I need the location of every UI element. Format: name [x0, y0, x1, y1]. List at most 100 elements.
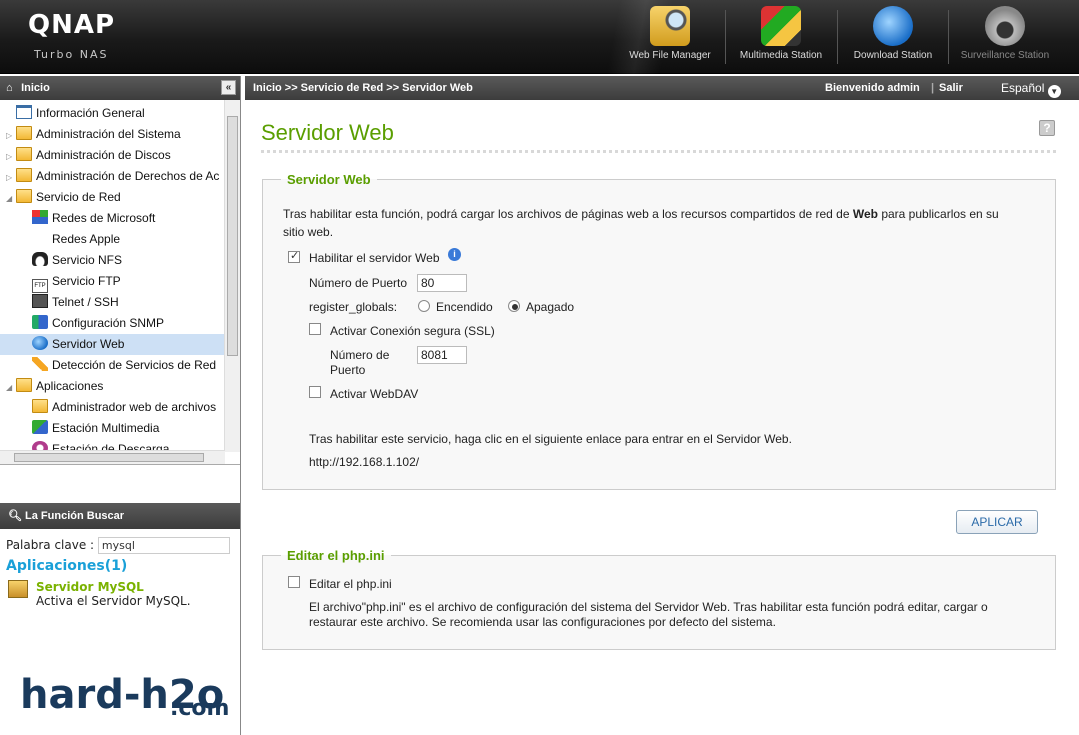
- welcome-text: Bienvenido admin: [825, 82, 920, 94]
- tree-item-administracion-sistema[interactable]: ▷ Administración del Sistema: [6, 124, 181, 145]
- tree-item-servicio-de-red[interactable]: ◢ Servicio de Red: [6, 187, 121, 208]
- network-icon: [32, 315, 48, 329]
- download-station-label: Download Station: [853, 50, 933, 61]
- logout-link[interactable]: Salir: [939, 76, 963, 100]
- tree-horizontal-scrollbar[interactable]: [0, 450, 225, 464]
- package-icon: [8, 580, 28, 598]
- tree-item-aplicaciones[interactable]: ◢ Aplicaciones: [6, 376, 103, 397]
- navigation-tree: Información General ▷ Administración del …: [0, 100, 240, 465]
- breadcrumb-bar: Inicio >> Servicio de Red >> Servidor We…: [245, 76, 1079, 100]
- search-result-title[interactable]: Servidor MySQL: [36, 580, 234, 594]
- ssl-port-input[interactable]: [417, 346, 467, 364]
- web-file-manager-link[interactable]: Web File Manager: [620, 6, 720, 68]
- search-result-description: Activa el Servidor MySQL.: [36, 594, 191, 608]
- port-input[interactable]: [417, 274, 467, 292]
- ssl-label: Activar Conexión segura (SSL): [330, 324, 495, 338]
- language-selector[interactable]: Español ▼: [1001, 76, 1061, 100]
- tree-item-estacion-multimedia[interactable]: Estación Multimedia: [22, 418, 159, 439]
- tree-label: Telnet / SSH: [52, 295, 119, 309]
- search-result-item[interactable]: Servidor MySQL Activa el Servidor MySQL.: [6, 580, 234, 608]
- apple-logo-icon: [32, 231, 48, 245]
- download-station-link[interactable]: Download Station: [844, 6, 942, 68]
- breadcrumb[interactable]: Inicio >> Servicio de Red >> Servidor We…: [253, 76, 473, 100]
- multimedia-icon: [32, 420, 48, 434]
- title-divider: [261, 150, 1056, 153]
- info-list-icon: [16, 105, 32, 119]
- tree-item-administrador-archivos[interactable]: Administrador web de archivos: [22, 397, 216, 418]
- web-server-link[interactable]: http://192.168.1.102/: [309, 455, 419, 469]
- scroll-thumb[interactable]: [227, 116, 238, 356]
- desc-bold: Web: [852, 207, 878, 221]
- php-ini-description: El archivo"php.ini" es el archivo de con…: [309, 600, 988, 614]
- keyword-label: Palabra clave :: [6, 538, 95, 552]
- separator: [837, 10, 838, 64]
- tree-item-redes-apple[interactable]: Redes Apple: [22, 229, 120, 250]
- tree-vertical-scrollbar[interactable]: [224, 100, 240, 452]
- penguin-icon: [32, 252, 48, 266]
- multimedia-station-link[interactable]: Multimedia Station: [730, 6, 832, 68]
- ssl-checkbox[interactable]: [309, 323, 321, 335]
- collapse-icon[interactable]: ◢: [6, 188, 16, 209]
- sidebar-title[interactable]: Inicio: [21, 82, 50, 94]
- collapse-icon[interactable]: ◢: [6, 377, 16, 398]
- home-icon: ⌂: [6, 82, 13, 94]
- expand-icon[interactable]: ▷: [6, 167, 16, 188]
- enable-web-server-label: Habilitar el servidor Web: [309, 251, 440, 265]
- enable-web-server-checkbox[interactable]: [288, 249, 300, 263]
- tree-label: Administración de Discos: [36, 148, 171, 162]
- chevron-down-icon: ▼: [1047, 85, 1061, 98]
- register-globals-off-radio[interactable]: [508, 300, 520, 312]
- search-input[interactable]: [97, 537, 230, 554]
- tree-item-informacion-general[interactable]: Información General: [6, 103, 145, 124]
- sidebar: ⌂ Inicio « Información General ▷ Administ…: [0, 76, 241, 735]
- main-content: Servidor Web ? Servidor Web Tras habilit…: [245, 100, 1079, 735]
- surveillance-station-label: Surveillance Station: [960, 50, 1050, 61]
- expand-icon[interactable]: ▷: [6, 125, 16, 146]
- register-globals-on-radio[interactable]: [418, 300, 430, 312]
- tree-label: Servicio NFS: [52, 253, 123, 267]
- tree-item-redes-microsoft[interactable]: Redes de Microsoft: [22, 208, 155, 229]
- globe-download-icon: [873, 6, 913, 46]
- php-ini-description-line2: restaurar este archivo. Se recomienda us…: [309, 615, 776, 629]
- ssl-port-label-line2: Puerto: [330, 363, 366, 377]
- separator: [948, 10, 949, 64]
- tree-item-administracion-derechos[interactable]: ▷ Administración de Derechos de Ac: [6, 166, 219, 187]
- expand-icon[interactable]: ▷: [6, 146, 16, 167]
- tree-item-telnet-ssh[interactable]: Telnet / SSH: [22, 292, 119, 313]
- tree-label: Detección de Servicios de Red: [52, 358, 217, 372]
- tree-label: Configuración SNMP: [52, 316, 165, 330]
- surveillance-station-link[interactable]: Surveillance Station: [952, 6, 1058, 68]
- info-icon[interactable]: i: [448, 248, 461, 261]
- tree-item-servidor-web[interactable]: Servidor Web: [0, 334, 224, 355]
- web-server-description: Tras habilitar esta función, podrá carga…: [283, 207, 999, 221]
- page-title: Servidor Web: [261, 120, 394, 145]
- collapse-sidebar-button[interactable]: «: [221, 80, 236, 95]
- film-clapper-icon: [761, 6, 801, 46]
- tree-label: Administración del Sistema: [36, 127, 181, 141]
- tree-item-servicio-ftp[interactable]: FTP Servicio FTP: [22, 271, 121, 293]
- apply-button[interactable]: APLICAR: [956, 510, 1038, 534]
- scroll-thumb[interactable]: [14, 453, 204, 462]
- ssl-port-label: Número de: [330, 348, 390, 362]
- tree-item-servicio-nfs[interactable]: Servicio NFS: [22, 250, 122, 271]
- qnap-logo: QNAP: [28, 10, 116, 40]
- tree-item-administracion-discos[interactable]: ▷ Administración de Discos: [6, 145, 171, 166]
- tree-item-configuracion-snmp[interactable]: Configuración SNMP: [22, 313, 164, 334]
- sidebar-header: ⌂ Inicio «: [0, 76, 240, 100]
- register-globals-label: register_globals:: [309, 300, 398, 314]
- tree-item-deteccion-servicios[interactable]: Detección de Servicios de Red: [22, 355, 216, 376]
- discovery-icon: [32, 357, 48, 371]
- webdav-checkbox[interactable]: [309, 386, 321, 398]
- search-icon: 🔍︎: [8, 510, 22, 522]
- folder-icon: [16, 168, 32, 182]
- php-ini-legend: Editar el php.ini: [287, 548, 385, 563]
- watermark-logo-domain: .com: [170, 696, 230, 721]
- tree-label: Redes Apple: [52, 232, 121, 246]
- edit-php-ini-checkbox[interactable]: [288, 576, 300, 588]
- windows-logo-icon: [32, 210, 48, 224]
- link-info-text: Tras habilitar este servicio, haga clic …: [309, 432, 792, 446]
- search-panel: Palabra clave : Aplicaciones(1) Servidor…: [0, 529, 240, 616]
- help-icon[interactable]: ?: [1039, 120, 1055, 136]
- search-panel-header: 🔍︎ La Función Buscar: [0, 503, 240, 529]
- ftp-icon: FTP: [32, 279, 48, 293]
